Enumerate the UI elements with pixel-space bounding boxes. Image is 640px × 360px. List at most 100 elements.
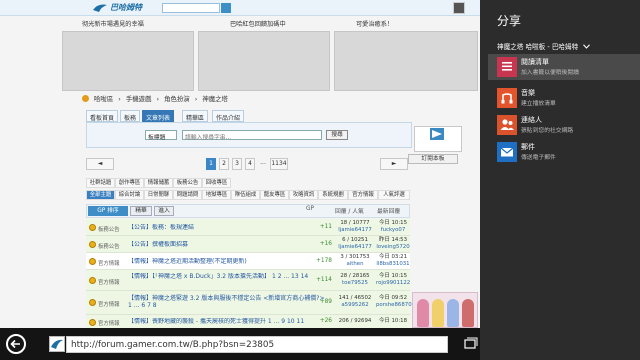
category-tab[interactable]: 系統規劃 — [318, 190, 348, 200]
category-tab[interactable]: 人氣評選 — [378, 190, 410, 200]
breadcrumb-separator: › — [118, 95, 121, 103]
mail-icon — [497, 142, 517, 162]
category-tab[interactable]: 日常閒聊 — [144, 190, 173, 200]
page-button[interactable]: 3 — [232, 158, 242, 170]
banner-image[interactable] — [198, 31, 330, 91]
prev-page-button[interactable]: ◄ — [86, 158, 114, 170]
thread-author[interactable]: aithen — [346, 261, 363, 267]
reading-list-icon — [497, 57, 517, 77]
category-tab[interactable]: 問題請問 — [173, 190, 202, 200]
thread-pages[interactable]: 1 2 ... 13 14 — [272, 273, 308, 280]
tab-works[interactable]: 作品介紹 — [212, 110, 245, 122]
tab-board-admin[interactable]: 板務 — [120, 110, 141, 122]
thread-author[interactable]: a5995262 — [341, 302, 368, 308]
thread-pages[interactable]: 1 ... 9 10 11 — [268, 318, 304, 325]
thread-stats: 28 / 28165 toe79525 — [338, 273, 372, 287]
last-page-button[interactable]: 1134 — [270, 158, 288, 170]
promo-link[interactable]: 可愛治癒系！ — [356, 19, 393, 28]
category-tab[interactable]: 全部主題 — [86, 190, 115, 200]
tabs-button[interactable] — [462, 336, 478, 352]
thread-status-icon — [89, 319, 96, 326]
ad-character-image — [462, 299, 474, 327]
thread-author[interactable]: toe79525 — [342, 280, 368, 286]
share-target-reading-list[interactable]: 閱讀清單 加入書籤以便稍後閱讀 — [488, 54, 640, 80]
tab-article-list[interactable]: 文章列表 — [142, 110, 175, 122]
tab-board-home[interactable]: 看板首頁 — [86, 110, 119, 122]
breadcrumb-item[interactable]: 手機遊戲 — [126, 95, 152, 103]
web-page: 巴哈姆特 彻光新市場遇見的幸福 巴哈紅包回饋加碼中 可愛治癒系！ 哈啦區 › 手… — [0, 0, 480, 328]
people-icon — [497, 115, 517, 135]
category-tab[interactable]: 攻略資訊 — [289, 190, 318, 200]
next-page-button[interactable]: ► — [380, 158, 408, 170]
thread-gp: +11 — [319, 224, 332, 230]
thread-author[interactable]: ljamie64177 — [338, 244, 372, 250]
banner-row — [62, 31, 480, 91]
category-tab[interactable]: 板務公告 — [173, 178, 202, 188]
page-button[interactable]: 4 — [245, 158, 255, 170]
promo-link[interactable]: 彻光新市場遇見的幸福 — [82, 19, 144, 28]
last-reply-user[interactable]: loveing5720 — [376, 244, 409, 250]
last-reply-user[interactable]: ll8bs831031 — [376, 261, 409, 267]
table-row[interactable]: 板務公告 【公告】板務：板規連結 +11 18 / 10777 ljamie641… — [86, 219, 410, 236]
table-row[interactable]: 官方情報 【情報】神魔之塔近期活動整理(不定期更新) +178 3 / 3017… — [86, 253, 410, 270]
last-reply-time: 今日 10:15 — [378, 273, 408, 279]
enter-button[interactable]: 進入 — [154, 206, 174, 216]
gp-sort-dropdown[interactable]: GP 排序 — [88, 206, 128, 216]
thread-title[interactable]: 【情報】神魔之塔近期活動整理(不定期更新) — [128, 258, 328, 266]
breadcrumb-item[interactable]: 角色扮演 — [164, 95, 190, 103]
table-row[interactable]: 官方情報 【情報】神魔之塔緊遊 3.2 版本與服後不穩定公告 <新增官方商心補償… — [86, 291, 415, 315]
tab-highlights[interactable]: 精華區 — [182, 110, 209, 122]
share-target-music[interactable]: 音樂 建立播放清單 — [488, 85, 640, 111]
table-row[interactable]: 板務公告 【公告】撰權板面招募 +16 6 / 10251 ljamie64177… — [86, 236, 410, 253]
site-search-button[interactable] — [221, 3, 231, 13]
last-reply-user[interactable]: rojo9901122 — [376, 280, 410, 286]
category-tab[interactable]: 地獄專區 — [202, 190, 231, 200]
category-tab[interactable]: 龍友專區 — [260, 190, 289, 200]
back-button[interactable] — [6, 334, 26, 354]
banner-image[interactable] — [62, 31, 194, 91]
thread-title[interactable]: 【公告】撰權板面招募 — [128, 241, 328, 249]
site-search-input[interactable] — [162, 3, 220, 13]
page-button[interactable]: 2 — [219, 158, 229, 170]
category-tab[interactable]: 隊伍組成 — [231, 190, 260, 200]
thread-title[interactable]: 【情報】喪野地藏的襲殺 - 攜天屍核的死士獲得提升 1 ... 9 10 11 — [128, 318, 328, 326]
advertisement[interactable] — [412, 292, 478, 328]
ad-character-image — [447, 299, 459, 327]
breadcrumb-item[interactable]: 神魔之塔 — [202, 95, 228, 103]
user-avatar[interactable] — [453, 2, 465, 14]
breadcrumb-item[interactable]: 哈啦區 — [94, 95, 113, 103]
subscribe-button[interactable]: 訂閱本板 — [408, 154, 458, 164]
thread-last: 今日 10:15 fuckyo07 — [376, 220, 410, 234]
banner-image[interactable] — [334, 31, 478, 91]
search-button[interactable]: 搜尋 — [326, 130, 348, 140]
category-tab[interactable]: 回收專區 — [202, 178, 231, 188]
category-tab[interactable]: 官方情報 — [348, 190, 378, 200]
page-button[interactable]: 1 — [206, 158, 216, 170]
search-scope-select[interactable]: 板標題 — [145, 130, 177, 141]
thread-tag: 官方情報 — [98, 302, 120, 308]
last-reply-user[interactable]: fuckyo07 — [381, 227, 406, 233]
thread-title[interactable]: 【情報】【「神魔之塔 x B.Duck」3.2 版本搶先活動】 1 2 ... … — [128, 273, 328, 281]
table-row[interactable]: 官方情報 【情報】喪野地藏的襲殺 - 攜天屍核的死士獲得提升 1 ... 9 1… — [86, 315, 410, 328]
share-target-people[interactable]: 連絡人 張貼到您的社交網路 — [488, 112, 640, 138]
highlight-button[interactable]: 精華 — [130, 206, 152, 216]
share-target-mail[interactable]: 郵件 傳送電子郵件 — [488, 139, 640, 165]
promo-link[interactable]: 巴哈紅包回饋加碼中 — [230, 19, 286, 28]
category-tab[interactable]: 綜合討論 — [115, 190, 144, 200]
thread-pages[interactable]: 1 ... 6 7 8 — [128, 302, 328, 309]
category-tab[interactable]: 情報儲蓄 — [144, 178, 173, 188]
last-reply-user[interactable]: porshe868703 — [376, 302, 415, 308]
category-tab[interactable]: 創作專區 — [115, 178, 144, 188]
url-field[interactable]: http://forum.gamer.com.tw/B.php?bsn=2380… — [66, 336, 448, 353]
ad-character-image — [417, 299, 429, 327]
table-row[interactable]: 官方情報 【情報】【「神魔之塔 x B.Duck」3.2 版本搶先活動】 1 2… — [86, 270, 410, 291]
last-reply-time: 今日 09:52 — [378, 295, 408, 301]
site-logo[interactable]: 巴哈姆特 — [92, 2, 162, 14]
category-tab[interactable]: 社群話題 — [86, 178, 115, 188]
keyword-input[interactable]: 請輸入搜尋字串... — [182, 130, 322, 141]
thread-title[interactable]: 【情報】神魔之塔緊遊 3.2 版本與服後不穩定公告 <新增官方商心補償?> — [128, 293, 328, 302]
thread-title[interactable]: 【公告】板務：板規連結 — [128, 224, 328, 232]
promo-links: 彻光新市場遇見的幸福 巴哈紅包回饋加碼中 可愛治癒系！ — [62, 17, 478, 29]
thread-author[interactable]: ljamie64177 — [338, 227, 372, 233]
share-source-selector[interactable]: 神魔之塔 哈啦板 - 巴哈姆特 — [497, 41, 591, 51]
